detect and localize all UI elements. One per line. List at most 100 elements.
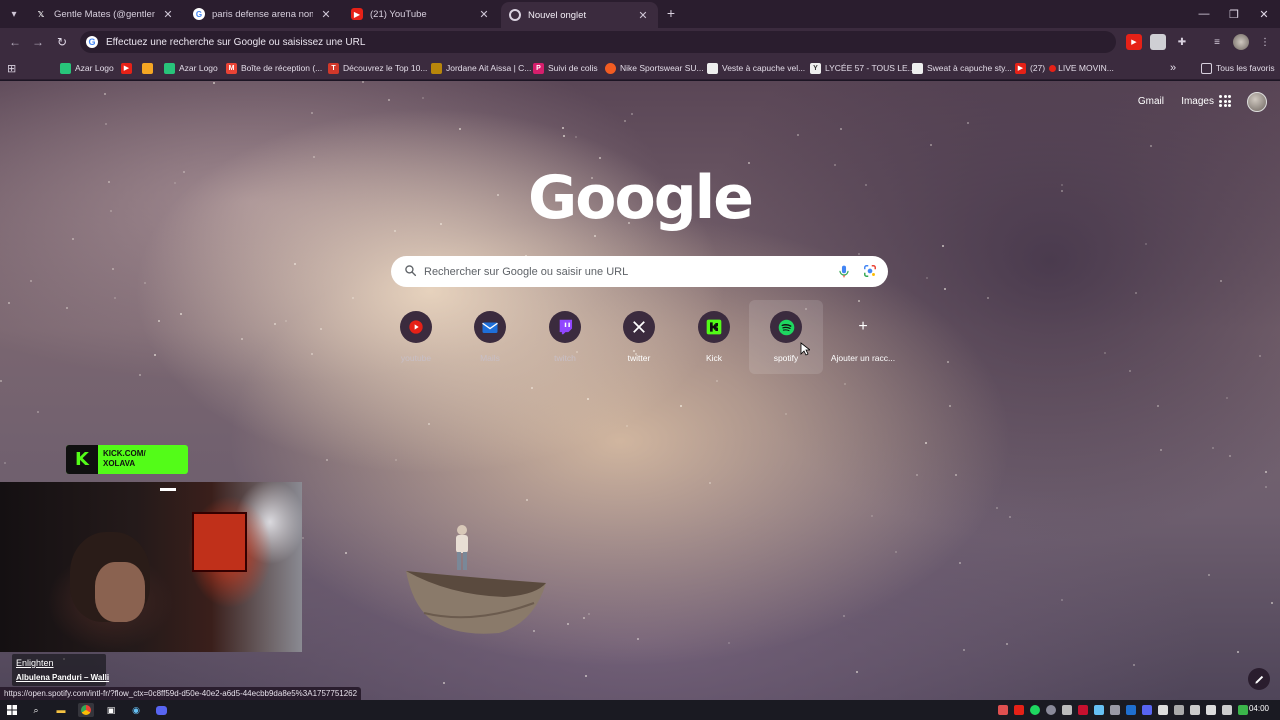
bookmark-item[interactable]: Sweat à capuche sty...	[912, 60, 1012, 76]
kick-channel-text: KICK.COM/ XOLAVA	[103, 449, 146, 469]
search-icon[interactable]: ⌕	[28, 703, 44, 717]
spotify-icon[interactable]	[1030, 705, 1040, 715]
bookmark-item[interactable]: T Découvrez le Top 10...	[328, 60, 427, 76]
bookmark-label: Veste à capuche vel...	[722, 63, 806, 73]
account-avatar[interactable]	[1247, 92, 1267, 112]
tab-search-chevron-icon[interactable]: ▾	[3, 3, 25, 25]
tab-gentle-mates[interactable]: 𝕏 Gentle Mates (@gentlemates) / ✕	[27, 3, 183, 25]
tab-new-tab[interactable]: Nouvel onglet ✕	[501, 2, 658, 28]
menu-icon[interactable]: ⋮	[1257, 34, 1273, 50]
new-tab-button[interactable]: +	[662, 4, 680, 22]
bookmark-label: Découvrez le Top 10...	[343, 63, 428, 73]
microphone-icon[interactable]	[837, 264, 851, 279]
apps-grid-icon[interactable]: ⊞	[7, 60, 16, 76]
star-dot	[1237, 651, 1239, 653]
bookmark-item[interactable]: Nike Sportswear SU...	[605, 60, 704, 76]
battery-icon[interactable]	[1238, 705, 1248, 715]
microphone-icon[interactable]	[998, 705, 1008, 715]
star-dot	[388, 99, 390, 101]
chrome-icon[interactable]	[78, 703, 94, 717]
extension-icon[interactable]: ▶	[1126, 34, 1142, 50]
shortcut-spotify[interactable]: spotify	[749, 300, 823, 374]
back-arrow-icon[interactable]: ←	[6, 33, 24, 51]
close-icon[interactable]: ✕	[319, 8, 333, 21]
star-dot	[856, 671, 858, 673]
tray-app-icon[interactable]	[1014, 705, 1024, 715]
puzzle-icon[interactable]: ✚	[1174, 34, 1190, 50]
network-icon[interactable]	[1222, 705, 1232, 715]
tab-paris-defense[interactable]: G paris defense arena nombre de ✕	[185, 3, 341, 25]
usb-icon[interactable]	[1190, 705, 1200, 715]
tray-app-icon[interactable]	[1174, 705, 1184, 715]
restore-icon[interactable]: ❐	[1218, 0, 1250, 28]
reload-icon[interactable]: ↻	[53, 33, 71, 51]
star-dot	[785, 413, 787, 415]
star-dot	[797, 134, 799, 136]
tray-app-icon[interactable]	[1062, 705, 1072, 715]
star-dot	[1271, 602, 1273, 604]
forward-arrow-icon[interactable]: →	[29, 33, 47, 51]
tray-app-icon[interactable]	[1046, 705, 1056, 715]
discord-icon[interactable]	[153, 703, 169, 717]
star-dot	[1259, 355, 1261, 357]
star-dot	[241, 338, 243, 340]
windows-taskbar: ⌕ ▬ ▣ ◉ 04:00	[0, 700, 1280, 720]
star-dot	[311, 353, 313, 355]
close-icon[interactable]: ✕	[161, 8, 175, 21]
taskbar-clock[interactable]: 04:00	[1249, 704, 1269, 713]
extension-icon[interactable]	[1150, 34, 1166, 50]
steam-icon[interactable]: ◉	[128, 703, 144, 717]
star-dot	[963, 649, 965, 651]
bookmark-item[interactable]: ▶ (27) LIVE MOVIN...	[1015, 60, 1114, 76]
close-icon[interactable]: ✕	[636, 9, 650, 22]
close-window-icon[interactable]: ✕	[1248, 0, 1280, 28]
profile-avatar[interactable]	[1233, 34, 1249, 50]
bookmark-item[interactable]: Y LYCÉE 57 - TOUS LE...	[810, 60, 915, 76]
discord-icon[interactable]	[1142, 705, 1152, 715]
shortcut-youtube[interactable]: youtube	[379, 300, 453, 374]
star-dot	[105, 123, 107, 125]
bookmark-item[interactable]: Veste à capuche vel...	[707, 60, 805, 76]
file-explorer-icon[interactable]: ▬	[53, 703, 69, 717]
bookmark-item[interactable]: P Suivi de colis	[533, 60, 598, 76]
bluetooth-icon[interactable]	[1126, 705, 1136, 715]
shortcut-mails[interactable]: Mails	[453, 300, 527, 374]
shortcut-label: spotify	[773, 353, 799, 363]
shortcut-kick[interactable]: Kick	[677, 300, 751, 374]
bookmark-item[interactable]: Azar Logo	[164, 60, 218, 76]
background-monitor	[192, 512, 247, 572]
bookmark-item[interactable]: M Boîte de réception (...	[226, 60, 322, 76]
star-dot	[1006, 643, 1008, 645]
customize-chrome-button[interactable]	[1248, 668, 1270, 690]
tray-app-icon[interactable]	[1078, 705, 1088, 715]
steam-icon[interactable]	[1094, 705, 1104, 715]
shortcut-twitch[interactable]: twitch	[528, 300, 602, 374]
star-dot	[4, 462, 6, 464]
kick-icon	[706, 319, 722, 335]
media-control-icon[interactable]: ≡	[1209, 34, 1225, 50]
tray-app-icon[interactable]	[1158, 705, 1168, 715]
google-apps-icon[interactable]	[1219, 95, 1231, 107]
gmail-link[interactable]: Gmail	[1138, 96, 1164, 107]
bookmark-item[interactable]: ▶	[121, 60, 136, 76]
search-input[interactable]	[424, 256, 824, 287]
all-bookmarks-button[interactable]: Tous les favoris	[1201, 60, 1275, 76]
address-bar[interactable]: G Effectuez une recherche sur Google ou …	[80, 31, 1116, 53]
search-box[interactable]	[391, 256, 888, 287]
google-lens-icon[interactable]	[863, 264, 877, 278]
bookmark-item[interactable]: Azar Logo	[60, 60, 114, 76]
close-icon[interactable]: ✕	[477, 8, 491, 21]
bookmark-item[interactable]: Jordane Ait Aissa | C...	[431, 60, 531, 76]
minimize-icon[interactable]: —	[1188, 0, 1220, 28]
add-shortcut-button[interactable]: + Ajouter un racc...	[826, 300, 900, 374]
terminal-icon[interactable]: ▣	[103, 703, 119, 717]
shortcut-twitter[interactable]: twitter	[602, 300, 676, 374]
more-bookmarks-chevron-icon[interactable]: »	[1170, 60, 1176, 76]
chrome-icon	[509, 9, 521, 21]
volume-icon[interactable]	[1206, 705, 1216, 715]
tray-app-icon[interactable]	[1110, 705, 1120, 715]
bookmark-item[interactable]	[142, 60, 157, 76]
tab-youtube[interactable]: ▶ (21) YouTube ✕	[343, 3, 499, 25]
images-link[interactable]: Images	[1181, 96, 1214, 107]
windows-start-icon[interactable]	[4, 703, 20, 717]
